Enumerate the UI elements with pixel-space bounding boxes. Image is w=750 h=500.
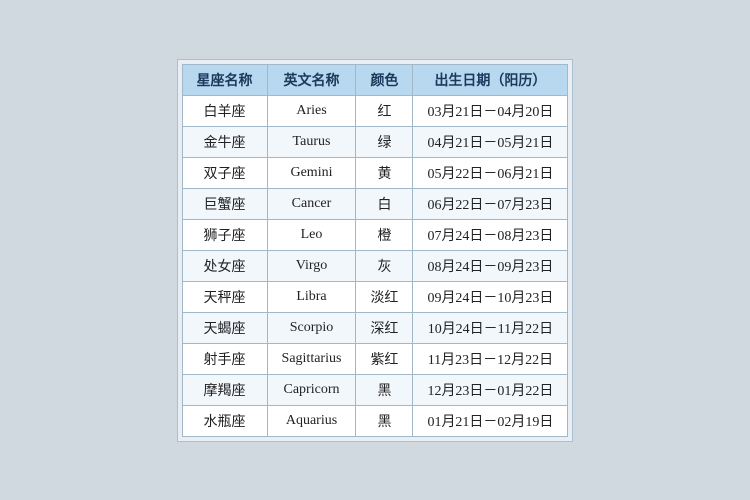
cell-date: 01月21日－02月19日	[413, 405, 568, 436]
cell-date: 07月24日－08月23日	[413, 219, 568, 250]
cell-cn-name: 天蝎座	[182, 312, 267, 343]
header-cn-name: 星座名称	[182, 64, 267, 95]
cell-en-name: Scorpio	[267, 312, 356, 343]
zodiac-table-container: 星座名称 英文名称 颜色 出生日期（阳历） 白羊座Aries红03月21日－04…	[177, 59, 574, 442]
table-row: 水瓶座Aquarius黑01月21日－02月19日	[182, 405, 568, 436]
cell-color: 深红	[356, 312, 413, 343]
cell-date: 12月23日－01月22日	[413, 374, 568, 405]
table-row: 双子座Gemini黄05月22日－06月21日	[182, 157, 568, 188]
cell-color: 黄	[356, 157, 413, 188]
cell-date: 08月24日－09月23日	[413, 250, 568, 281]
table-row: 摩羯座Capricorn黑12月23日－01月22日	[182, 374, 568, 405]
zodiac-table: 星座名称 英文名称 颜色 出生日期（阳历） 白羊座Aries红03月21日－04…	[182, 64, 569, 437]
table-row: 巨蟹座Cancer白06月22日－07月23日	[182, 188, 568, 219]
cell-color: 黑	[356, 374, 413, 405]
cell-en-name: Gemini	[267, 157, 356, 188]
cell-en-name: Cancer	[267, 188, 356, 219]
cell-en-name: Virgo	[267, 250, 356, 281]
cell-cn-name: 白羊座	[182, 95, 267, 126]
cell-color: 橙	[356, 219, 413, 250]
cell-en-name: Capricorn	[267, 374, 356, 405]
cell-cn-name: 巨蟹座	[182, 188, 267, 219]
cell-cn-name: 狮子座	[182, 219, 267, 250]
cell-cn-name: 金牛座	[182, 126, 267, 157]
cell-color: 紫红	[356, 343, 413, 374]
table-row: 金牛座Taurus绿04月21日－05月21日	[182, 126, 568, 157]
cell-en-name: Libra	[267, 281, 356, 312]
table-header-row: 星座名称 英文名称 颜色 出生日期（阳历）	[182, 64, 568, 95]
table-row: 射手座Sagittarius紫红11月23日－12月22日	[182, 343, 568, 374]
cell-cn-name: 摩羯座	[182, 374, 267, 405]
header-date: 出生日期（阳历）	[413, 64, 568, 95]
table-row: 天秤座Libra淡红09月24日－10月23日	[182, 281, 568, 312]
table-body: 白羊座Aries红03月21日－04月20日金牛座Taurus绿04月21日－0…	[182, 95, 568, 436]
cell-color: 绿	[356, 126, 413, 157]
cell-date: 06月22日－07月23日	[413, 188, 568, 219]
cell-en-name: Aries	[267, 95, 356, 126]
cell-color: 黑	[356, 405, 413, 436]
header-en-name: 英文名称	[267, 64, 356, 95]
cell-color: 白	[356, 188, 413, 219]
cell-color: 红	[356, 95, 413, 126]
cell-date: 11月23日－12月22日	[413, 343, 568, 374]
cell-date: 09月24日－10月23日	[413, 281, 568, 312]
cell-date: 04月21日－05月21日	[413, 126, 568, 157]
cell-cn-name: 处女座	[182, 250, 267, 281]
header-color: 颜色	[356, 64, 413, 95]
cell-en-name: Taurus	[267, 126, 356, 157]
cell-cn-name: 水瓶座	[182, 405, 267, 436]
cell-en-name: Leo	[267, 219, 356, 250]
table-row: 白羊座Aries红03月21日－04月20日	[182, 95, 568, 126]
cell-color: 灰	[356, 250, 413, 281]
cell-cn-name: 双子座	[182, 157, 267, 188]
cell-color: 淡红	[356, 281, 413, 312]
cell-date: 10月24日－11月22日	[413, 312, 568, 343]
table-row: 天蝎座Scorpio深红10月24日－11月22日	[182, 312, 568, 343]
cell-date: 03月21日－04月20日	[413, 95, 568, 126]
cell-en-name: Sagittarius	[267, 343, 356, 374]
cell-en-name: Aquarius	[267, 405, 356, 436]
table-row: 处女座Virgo灰08月24日－09月23日	[182, 250, 568, 281]
cell-cn-name: 射手座	[182, 343, 267, 374]
table-row: 狮子座Leo橙07月24日－08月23日	[182, 219, 568, 250]
cell-date: 05月22日－06月21日	[413, 157, 568, 188]
cell-cn-name: 天秤座	[182, 281, 267, 312]
